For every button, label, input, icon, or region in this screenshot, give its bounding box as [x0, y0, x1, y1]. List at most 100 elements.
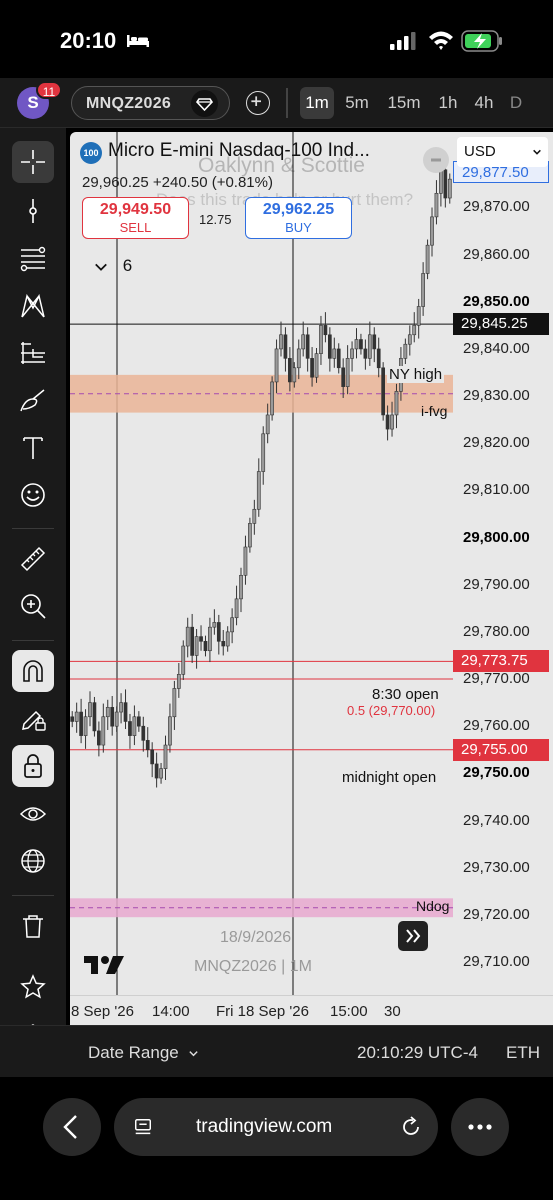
battery-charging-icon [461, 30, 502, 52]
compare-symbol-button[interactable] [246, 91, 270, 115]
lock-drawings-tool[interactable] [12, 745, 54, 787]
text-tool[interactable] [12, 427, 54, 469]
candle [163, 735, 168, 780]
candle [225, 626, 230, 652]
measure-tool[interactable] [12, 538, 54, 580]
sell-button[interactable]: 29,949.50 SELL [82, 197, 189, 239]
remove-drawings-tool[interactable] [12, 905, 54, 947]
candle [327, 327, 332, 372]
brush-tool[interactable] [12, 380, 54, 422]
candle [305, 327, 310, 372]
chevron-down-icon [189, 1051, 199, 1057]
magnet-tool[interactable] [12, 650, 54, 692]
timeframe-1h[interactable]: 1h [434, 87, 462, 119]
candle [70, 711, 75, 728]
candle [234, 585, 239, 626]
crosshair-icon [21, 150, 45, 174]
buy-button[interactable]: 29,962.25 BUY [245, 197, 352, 239]
price-axis[interactable]: 29,880.0029,870.0029,860.0029,850.0029,8… [453, 132, 553, 995]
candle [194, 629, 199, 669]
candle [212, 609, 217, 635]
time-label: 30 [384, 1003, 401, 1020]
candle [425, 239, 430, 280]
pattern-tool[interactable] [12, 285, 54, 327]
candle [416, 298, 421, 339]
symbol-search-button[interactable]: MNQZ2026 [71, 86, 230, 120]
chart-toolbar: S 11 MNQZ2026 1m 5m 15m 1h 4h D [0, 78, 553, 128]
diamond-icon[interactable] [191, 90, 218, 117]
global-drawings-tool[interactable] [12, 840, 54, 882]
scroll-to-realtime-button[interactable] [398, 921, 428, 951]
zoom-tool[interactable] [12, 585, 54, 627]
hide-drawings-tool[interactable] [12, 793, 54, 835]
back-button[interactable] [43, 1098, 101, 1156]
price-tick-label: 29,740.00 [463, 811, 530, 829]
wifi-icon [429, 31, 453, 50]
candle [101, 703, 106, 753]
favorites-tool[interactable] [12, 966, 54, 1008]
line-tool-icon [29, 199, 37, 223]
candle [323, 312, 328, 343]
price-tick-label: 29,750.00 [463, 764, 530, 782]
trend-line-tool[interactable] [12, 190, 54, 232]
candle [363, 339, 368, 370]
timeframe-5m[interactable]: 5m [340, 87, 374, 119]
candle [296, 339, 301, 380]
chevron-down-icon [533, 149, 541, 155]
double-chevron-right-icon [406, 929, 421, 943]
timeframe-15m[interactable]: 15m [384, 87, 424, 119]
date-range-button[interactable]: Date Range [88, 1043, 199, 1063]
price-tick-label: 29,820.00 [463, 434, 530, 452]
chevron-down-icon [95, 263, 107, 271]
drawing-toolbar [0, 128, 66, 1075]
lock-icon [24, 754, 42, 778]
candle [105, 699, 110, 730]
timeframe-1m[interactable]: 1m [300, 87, 334, 119]
timeframe-4h[interactable]: 4h [470, 87, 498, 119]
currency-select[interactable]: USD [457, 137, 548, 167]
timezone-clock[interactable]: 20:10:29 UTC-4 [357, 1043, 478, 1063]
candle [336, 343, 341, 374]
minimize-legend-button[interactable] [423, 147, 449, 173]
sleep-focus-icon [127, 35, 149, 47]
zone-label-ndog: Ndog [416, 898, 450, 914]
candle [203, 635, 208, 657]
ohlc-values: 29,960.25 +240.50 (+0.81%) [82, 174, 273, 191]
stay-in-drawing-mode[interactable] [12, 698, 54, 740]
candle [119, 693, 123, 724]
price-tick-label: 29,830.00 [463, 387, 530, 405]
address-bar[interactable]: tradingview.com [114, 1098, 438, 1156]
candle [88, 691, 92, 727]
candle [74, 702, 79, 733]
session-button[interactable]: ETH [506, 1043, 540, 1063]
price-tick-label: 29,780.00 [463, 622, 530, 640]
crosshair-tool[interactable] [12, 141, 54, 183]
candle [434, 180, 439, 225]
text-icon [23, 437, 43, 459]
fib-tool[interactable] [12, 238, 54, 280]
chart-pane[interactable]: Oaklynn & Scottie Does this trade help o… [70, 132, 453, 995]
indicators-toggle[interactable]: 6 [94, 256, 132, 276]
line-label-midnight-open: midnight open [340, 769, 439, 786]
candle [123, 689, 128, 730]
projection-icon [21, 342, 45, 364]
candle [159, 762, 163, 784]
candle [230, 608, 234, 644]
icons-tool[interactable] [12, 474, 54, 516]
reload-icon[interactable] [400, 1116, 422, 1138]
price-tick-label: 29,850.00 [463, 292, 530, 310]
candle [319, 315, 323, 365]
forecast-tool[interactable] [12, 332, 54, 374]
symbol-title[interactable]: Micro E-mini Nasdaq-100 Ind... [108, 140, 370, 162]
candle [252, 499, 257, 535]
time-axis[interactable]: 8 Sep '26 14:00 Fri 18 Sep '26 15:00 30 [70, 995, 553, 1025]
candle [430, 207, 434, 257]
more-menu-button[interactable] [451, 1098, 509, 1156]
time-label: 15:00 [330, 1003, 368, 1020]
reader-mode-icon[interactable] [133, 1117, 153, 1137]
browser-bar: tradingview.com [0, 1077, 553, 1200]
toolbar-divider [286, 88, 288, 118]
pencil-lock-icon [22, 710, 46, 731]
timeframe-d[interactable]: D [506, 87, 526, 119]
ellipsis-icon [468, 1124, 492, 1130]
